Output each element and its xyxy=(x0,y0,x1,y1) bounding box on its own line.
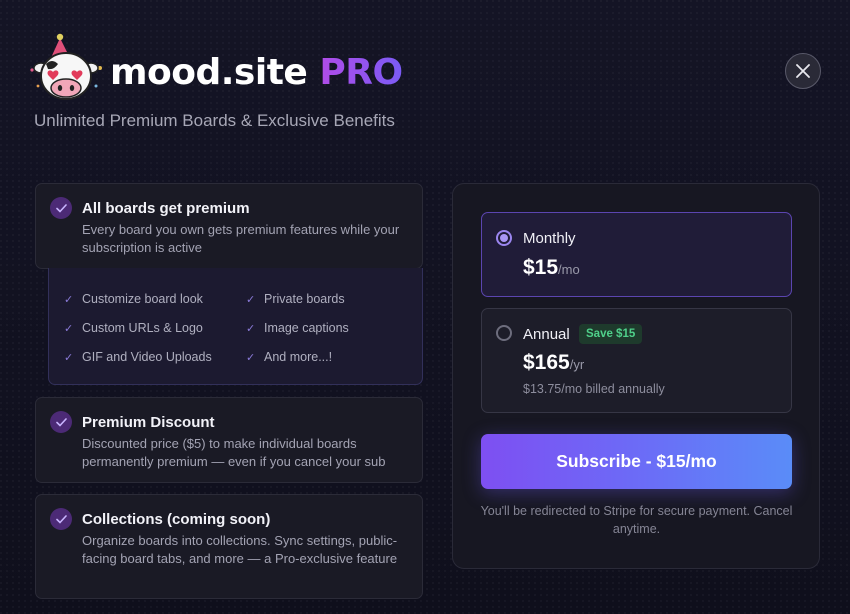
header: mood.site PRO Unlimited Premium Boards &… xyxy=(28,30,828,140)
close-icon xyxy=(796,64,810,78)
billing-note: $13.75/mo billed annually xyxy=(523,382,665,396)
plan-option-monthly[interactable]: Monthly $15/mo xyxy=(481,212,792,297)
brand-name: mood.site xyxy=(110,52,308,93)
brand-pro-label: PRO xyxy=(319,52,403,93)
save-badge: Save $15 xyxy=(579,324,643,344)
plan-price: $15/mo xyxy=(523,256,580,279)
feature-title: All boards get premium xyxy=(82,200,250,217)
brand-title: mood.site PRO xyxy=(110,52,403,93)
plan-selection-panel: Monthly $15/mo Annual Save $15 $165/yr $… xyxy=(452,183,820,569)
checkmark-icon: ✓ xyxy=(64,322,74,335)
close-button[interactable] xyxy=(785,53,821,89)
subscribe-button[interactable]: Subscribe - $15/mo xyxy=(481,434,792,489)
radio-selected-icon[interactable] xyxy=(496,230,512,246)
feature-title: Premium Discount xyxy=(82,414,215,431)
feature-title: Collections (coming soon) xyxy=(82,511,271,528)
checkmark-icon: ✓ xyxy=(64,293,74,306)
sub-feature-item: ✓ And more...! xyxy=(246,350,333,364)
checkmark-icon: ✓ xyxy=(64,351,74,364)
feature-card-premium-discount: Premium Discount Discounted price ($5) t… xyxy=(35,397,423,483)
radio-unselected-icon[interactable] xyxy=(496,325,512,341)
plan-price: $165/yr xyxy=(523,351,585,374)
check-icon xyxy=(50,508,72,530)
cow-mascot-logo xyxy=(30,33,102,100)
page-subtitle: Unlimited Premium Boards & Exclusive Ben… xyxy=(34,111,395,130)
plan-name: Monthly xyxy=(523,230,576,247)
sub-feature-item: ✓ GIF and Video Uploads xyxy=(64,350,212,364)
plan-name: Annual xyxy=(523,326,570,343)
checkmark-icon: ✓ xyxy=(246,293,256,306)
sub-feature-item: ✓ Image captions xyxy=(246,321,349,335)
check-icon xyxy=(50,197,72,219)
feature-card-all-boards: All boards get premium Every board you o… xyxy=(35,183,423,269)
payment-note: You'll be redirected to Stripe for secur… xyxy=(480,504,793,536)
check-icon xyxy=(50,411,72,433)
checkmark-icon: ✓ xyxy=(246,351,256,364)
feature-description: Organize boards into collections. Sync s… xyxy=(82,533,398,566)
feature-description: Every board you own gets premium feature… xyxy=(82,222,400,255)
feature-description: Discounted price ($5) to make individual… xyxy=(82,436,386,469)
sub-feature-item: ✓ Private boards xyxy=(246,292,345,306)
sub-feature-item: ✓ Customize board look xyxy=(64,292,203,306)
sub-feature-list: ✓ Customize board look ✓ Private boards … xyxy=(48,268,423,385)
plan-option-annual[interactable]: Annual Save $15 $165/yr $13.75/mo billed… xyxy=(481,308,792,413)
feature-card-collections: Collections (coming soon) Organize board… xyxy=(35,494,423,599)
checkmark-icon: ✓ xyxy=(246,322,256,335)
sub-feature-item: ✓ Custom URLs & Logo xyxy=(64,321,203,335)
